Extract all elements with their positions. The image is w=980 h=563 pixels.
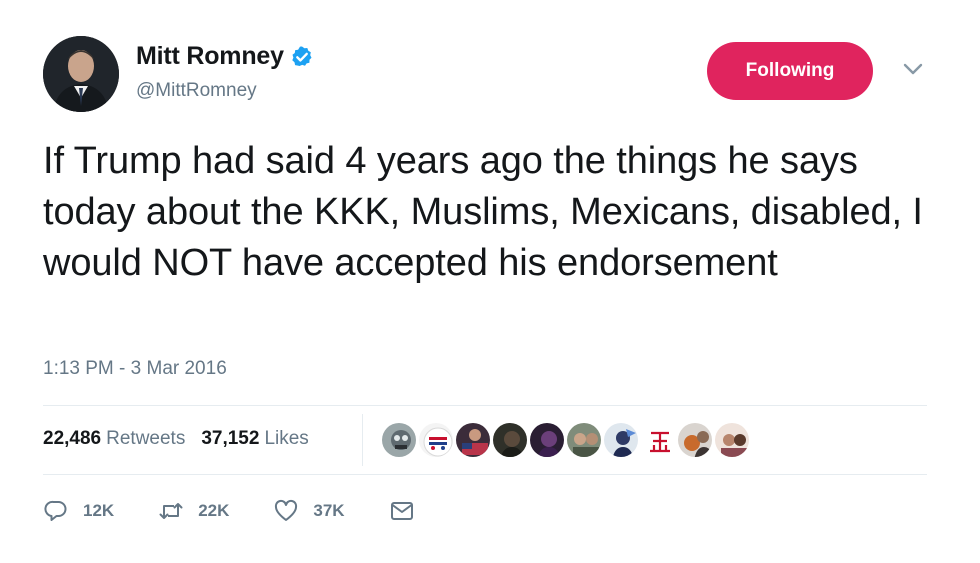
liker-avatar[interactable]: [676, 421, 714, 459]
following-button[interactable]: Following: [707, 42, 873, 100]
retweets-count[interactable]: 22,486: [43, 428, 101, 450]
liker-avatar[interactable]: [454, 421, 492, 459]
verified-badge-icon: [292, 46, 312, 66]
liker-avatar[interactable]: [417, 421, 455, 459]
likes-count[interactable]: 37,152: [201, 428, 259, 450]
name-row: Mitt Romney: [136, 42, 314, 71]
reply-count: 12K: [83, 501, 115, 520]
reply-button[interactable]: 12K: [43, 498, 114, 524]
like-button[interactable]: 37K: [273, 498, 345, 524]
tweet-stats: 22,486 Retweets 37,152 Likes: [43, 428, 309, 450]
divider: [43, 405, 927, 406]
timestamp[interactable]: 1:13 PM - 3 Mar 2016: [43, 358, 227, 380]
avatar-image: [43, 36, 119, 112]
reply-icon: [44, 500, 67, 521]
liker-avatar[interactable]: [380, 421, 418, 459]
divider: [43, 474, 927, 475]
heart-icon: [275, 499, 298, 521]
retweet-icon: [159, 503, 183, 519]
liker-avatar[interactable]: [713, 421, 751, 459]
like-count: 37K: [313, 501, 345, 520]
tweet-card: Mitt Romney @MittRomney Following If Tru…: [0, 0, 980, 563]
liker-avatar[interactable]: [602, 421, 640, 459]
avatar[interactable]: [43, 36, 119, 112]
chevron-down-icon[interactable]: [902, 62, 924, 76]
retweet-count: 22K: [198, 501, 230, 520]
retweet-button[interactable]: 22K: [158, 498, 229, 524]
handle[interactable]: @MittRomney: [136, 80, 257, 102]
liker-avatar[interactable]: [565, 421, 603, 459]
envelope-icon: [390, 502, 413, 520]
liker-avatars: [380, 421, 751, 459]
liker-avatar[interactable]: [491, 421, 529, 459]
likes-label[interactable]: Likes: [264, 428, 308, 450]
tweet-actions: 12K 22K 37K: [43, 498, 415, 524]
display-name[interactable]: Mitt Romney: [136, 42, 284, 71]
retweets-label[interactable]: Retweets: [106, 428, 185, 450]
direct-message-button[interactable]: [389, 498, 415, 524]
liker-avatar[interactable]: [639, 421, 677, 459]
liker-avatar[interactable]: [528, 421, 566, 459]
tweet-text: If Trump had said 4 years ago the things…: [43, 140, 923, 284]
stats-separator: [362, 414, 363, 466]
